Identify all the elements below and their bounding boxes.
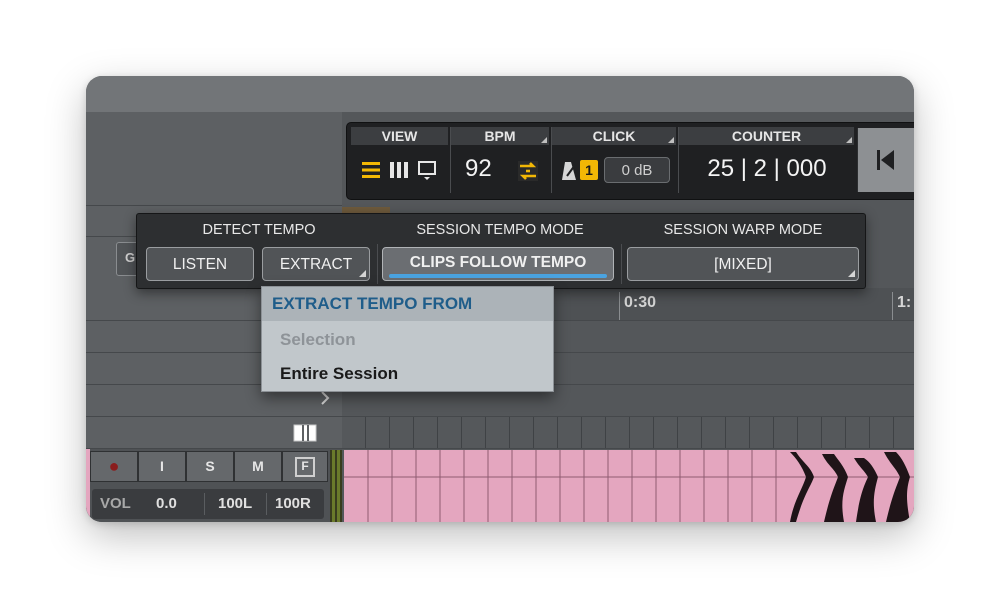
warp-mode-arrow-icon	[848, 270, 855, 277]
partial-button-label: G	[125, 250, 136, 265]
click-level-field[interactable]: 0 dB	[604, 157, 670, 183]
fx-button[interactable]: F	[282, 451, 328, 482]
session-warp-mode-label: SESSION WARP MODE	[663, 222, 823, 238]
extract-button-label: EXTRACT	[279, 256, 353, 273]
listen-button[interactable]: LISTEN	[146, 247, 254, 281]
click-menu-arrow-icon[interactable]	[668, 137, 674, 143]
counter-value[interactable]: 25 | 2 | 000	[679, 155, 855, 183]
split-view-icon[interactable]	[293, 424, 317, 442]
menu-item-selection: Selection	[280, 330, 356, 349]
click-header: CLICK	[552, 127, 677, 145]
grid-strip	[342, 417, 914, 448]
input-monitor-button[interactable]: I	[138, 451, 186, 482]
metronome-icon[interactable]	[560, 160, 578, 182]
counter-label: COUNTER	[731, 128, 802, 144]
expand-chevron-icon[interactable]	[318, 390, 332, 406]
counter-header: COUNTER	[679, 127, 855, 145]
row-divider	[86, 205, 342, 206]
click-body: 1 0 dB	[552, 147, 677, 193]
detect-tempo-label: DETECT TEMPO	[202, 222, 316, 238]
return-to-zero-button[interactable]	[857, 128, 914, 192]
extract-tempo-menu: EXTRACT TEMPO FROM Selection Entire Sess…	[261, 286, 554, 392]
bpm-header: BPM	[451, 127, 550, 145]
divider	[266, 493, 267, 515]
counter-menu-arrow-icon[interactable]	[846, 137, 852, 143]
meter-bar	[332, 450, 335, 522]
ruler-tick	[892, 292, 893, 320]
view-buttons	[351, 147, 449, 193]
meter-bar	[337, 450, 340, 522]
ruler-marker-0-30: 0:30	[624, 294, 657, 311]
ruler-tick	[619, 292, 620, 320]
bpm-section: BPM 92	[451, 127, 550, 195]
bpm-body: 92	[451, 147, 550, 193]
audio-clip[interactable]	[344, 450, 914, 522]
menu-header: EXTRACT TEMPO FROM	[262, 287, 553, 321]
counter-section: COUNTER 25 | 2 | 000	[679, 127, 855, 195]
pan-left-value[interactable]: 100L	[218, 489, 252, 519]
warp-mode-value: [MIXED]	[714, 256, 772, 273]
record-arm-button[interactable]: ●	[90, 451, 138, 482]
pan-right-value[interactable]: 100R	[275, 489, 311, 519]
transport-bar: VIEW BPM 92 CLICK 1 0 dB COUNTER 25 | 2 …	[346, 122, 914, 200]
counter-body: 25 | 2 | 000	[679, 147, 855, 193]
menu-item-entire-session[interactable]: Entire Session	[262, 357, 553, 391]
session-warp-mode-select[interactable]: [MIXED]	[627, 247, 859, 281]
solo-button[interactable]: S	[186, 451, 234, 482]
tempo-follow-icon[interactable]	[517, 160, 539, 182]
volume-pan-row: VOL 0.0 100L 100R	[92, 489, 324, 519]
view-label: VIEW	[351, 127, 449, 145]
extract-button[interactable]: EXTRACT	[262, 247, 370, 281]
monitor-view-icon[interactable]	[417, 160, 437, 182]
bpm-value[interactable]: 92	[465, 155, 492, 183]
ruler-marker-1: 1:	[897, 294, 912, 311]
section-divider	[621, 244, 622, 284]
columns-view-icon[interactable]	[389, 161, 409, 179]
session-tempo-mode-label: SESSION TEMPO MODE	[416, 222, 584, 238]
divider	[204, 493, 205, 515]
top-toolbar	[86, 76, 914, 113]
level-meter	[330, 450, 342, 522]
bpm-label: BPM	[484, 128, 516, 144]
click-section: CLICK 1 0 dB	[552, 127, 677, 195]
click-label: CLICK	[592, 128, 636, 144]
clips-follow-tempo-label: CLIPS FOLLOW TEMPO	[409, 254, 587, 271]
view-section: VIEW	[351, 127, 449, 195]
section-divider	[377, 244, 378, 284]
skip-back-icon	[877, 150, 894, 170]
clip-waveform	[344, 450, 914, 522]
mute-button[interactable]: M	[234, 451, 282, 482]
fx-icon: F	[295, 457, 315, 478]
list-view-icon[interactable]	[361, 161, 381, 179]
active-indicator	[389, 274, 607, 278]
vol-value[interactable]: 0.0	[156, 489, 177, 519]
extract-menu-arrow-icon	[359, 270, 366, 277]
clips-follow-tempo-button[interactable]: CLIPS FOLLOW TEMPO	[382, 247, 614, 281]
bpm-menu-arrow-icon[interactable]	[541, 137, 547, 143]
tempo-popover: DETECT TEMPO SESSION TEMPO MODE SESSION …	[136, 213, 866, 289]
vol-label: VOL	[100, 495, 131, 512]
count-in-badge[interactable]: 1	[580, 160, 598, 180]
app-window: G 0:30 1: VIEW BPM 92 CLICK 1 0 dB COUNT…	[86, 76, 914, 522]
